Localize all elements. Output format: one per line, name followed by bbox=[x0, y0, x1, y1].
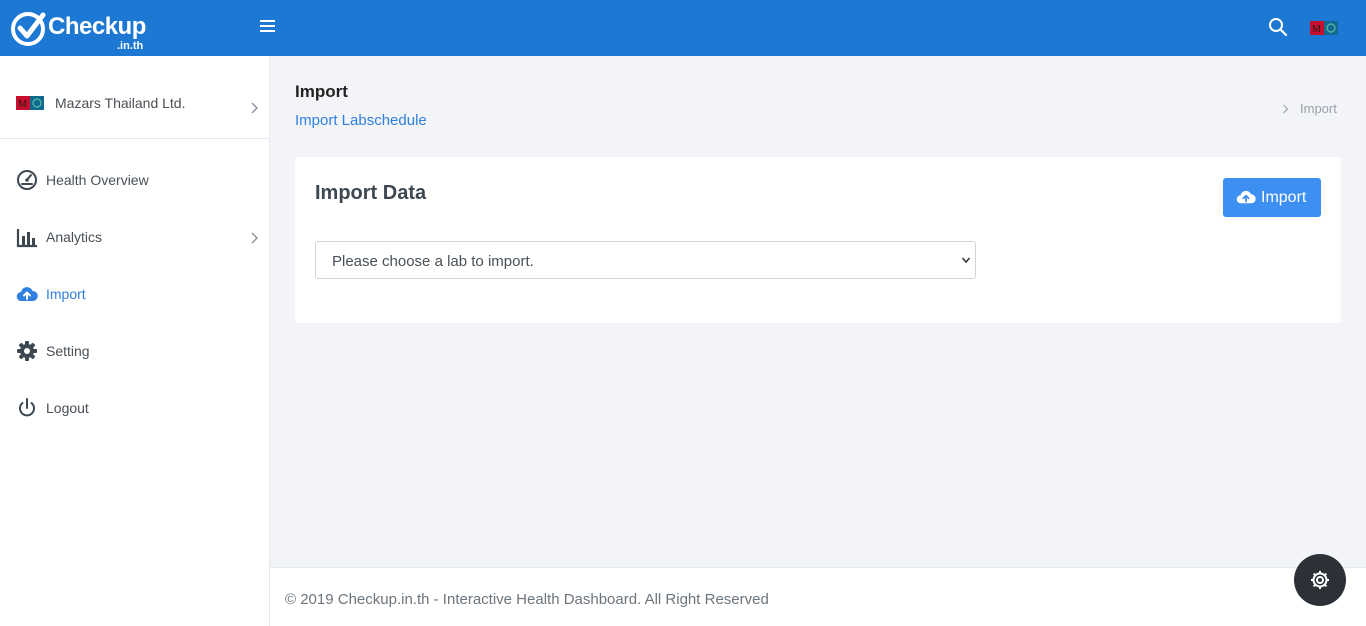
sidebar-item-label: Analytics bbox=[46, 229, 103, 245]
lab-select-value: Please choose a lab to import. bbox=[332, 253, 534, 270]
main-content: Import Import Labschedule Import Import … bbox=[270, 56, 1366, 567]
chevron-right-icon bbox=[251, 102, 258, 114]
power-icon bbox=[19, 398, 35, 417]
brand-logo[interactable]: Checkup .in.th bbox=[10, 9, 150, 53]
search-icon[interactable] bbox=[1268, 17, 1288, 37]
page-title: Import bbox=[295, 82, 348, 101]
settings-fab[interactable] bbox=[1294, 554, 1346, 606]
chevron-down-icon bbox=[961, 257, 971, 264]
sidebar-item-analytics[interactable]: Analytics bbox=[0, 216, 270, 256]
brand-name: Checkup bbox=[48, 13, 146, 40]
page-subtitle-link[interactable]: Import Labschedule bbox=[295, 112, 427, 129]
sidebar-item-setting[interactable]: Setting bbox=[0, 330, 270, 370]
brand-domain: .in.th bbox=[117, 40, 144, 52]
cloud-upload-icon bbox=[16, 287, 38, 302]
company-name: Mazars Thailand Ltd. bbox=[55, 95, 186, 111]
gear-icon bbox=[17, 341, 37, 361]
footer: © 2019 Checkup.in.th - Interactive Healt… bbox=[270, 567, 1366, 626]
svg-text:M: M bbox=[18, 99, 27, 110]
lab-select[interactable]: Please choose a lab to import. bbox=[315, 241, 976, 279]
company-flag-icon[interactable]: M bbox=[1310, 21, 1338, 35]
checkmark-logo-icon bbox=[11, 12, 46, 46]
company-flag-icon: M bbox=[16, 96, 44, 110]
cloud-upload-icon bbox=[1236, 190, 1256, 204]
sidebar-item-health-overview[interactable]: Health Overview bbox=[0, 159, 270, 199]
footer-copyright: © 2019 Checkup.in.th - Interactive Healt… bbox=[285, 591, 769, 608]
top-bar: Checkup .in.th M bbox=[0, 0, 1366, 56]
chevron-right-icon bbox=[251, 232, 258, 244]
bar-chart-icon bbox=[16, 229, 37, 248]
chevron-right-icon bbox=[1283, 104, 1289, 114]
menu-toggle-icon[interactable] bbox=[260, 18, 280, 38]
sidebar: M Mazars Thailand Ltd. Health Overview A… bbox=[0, 56, 270, 626]
import-button-label: Import bbox=[1261, 189, 1307, 206]
card-title: Import Data bbox=[315, 182, 427, 204]
import-button[interactable]: Import bbox=[1223, 178, 1321, 217]
sidebar-item-label: Import bbox=[46, 286, 86, 302]
sidebar-item-logout[interactable]: Logout bbox=[0, 387, 270, 427]
sidebar-item-label: Logout bbox=[46, 400, 89, 416]
company-selector[interactable]: M Mazars Thailand Ltd. bbox=[0, 56, 270, 139]
svg-text:M: M bbox=[1312, 24, 1321, 35]
breadcrumb: Import bbox=[1300, 101, 1337, 116]
import-card: Import Data Import Please choose a lab t… bbox=[295, 157, 1341, 323]
sidebar-item-label: Setting bbox=[46, 343, 90, 359]
gear-icon bbox=[1311, 571, 1329, 589]
sidebar-item-label: Health Overview bbox=[46, 172, 149, 188]
dashboard-gauge-icon bbox=[17, 170, 37, 190]
sidebar-item-import[interactable]: Import bbox=[0, 273, 270, 313]
